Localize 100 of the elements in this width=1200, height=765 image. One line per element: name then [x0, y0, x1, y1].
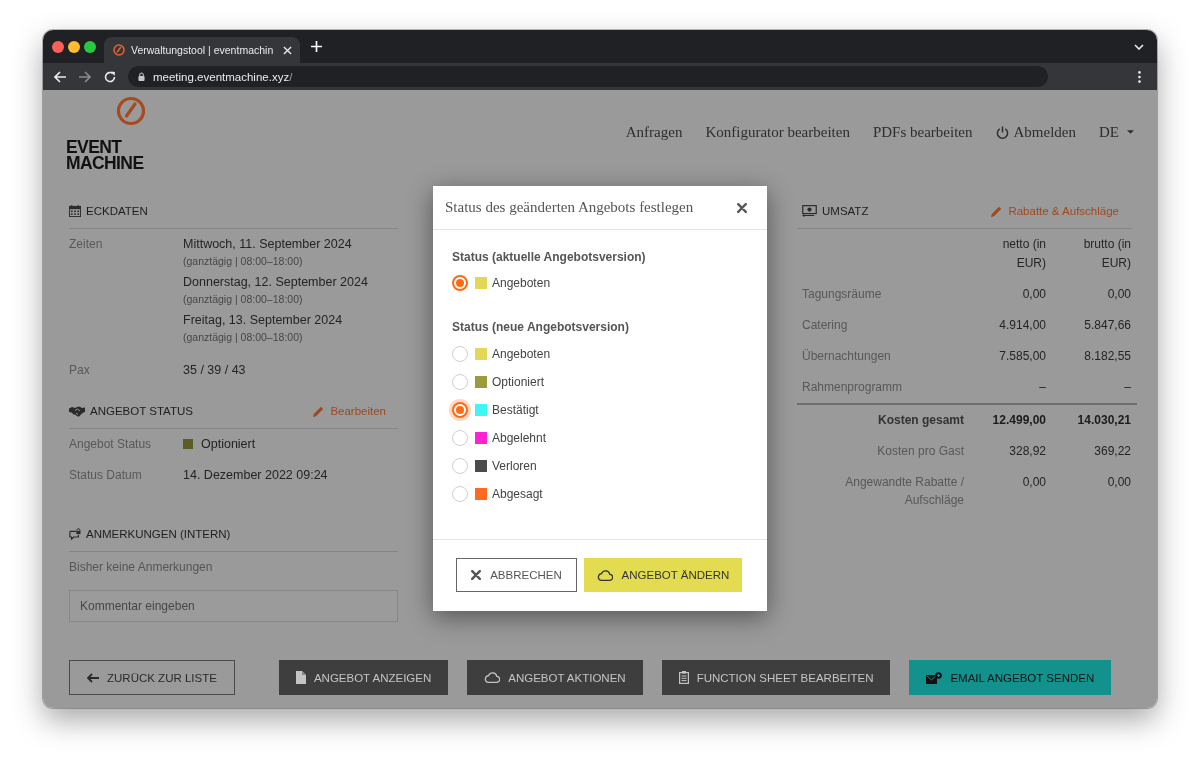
- more-icon[interactable]: [1138, 70, 1141, 83]
- table-cell-text: –: [1123, 379, 1131, 396]
- offer-actions-button[interactable]: ANGEBOT AKTIONEN: [467, 660, 643, 695]
- table-cell-text: 369,22: [1093, 443, 1131, 460]
- window-close-icon[interactable]: [52, 40, 64, 53]
- summary-label: Angewandte Rabatte / Aufschläge: [844, 474, 965, 509]
- field-label: Status Datum: [69, 467, 143, 484]
- option-label: Abgesagt: [492, 487, 543, 501]
- logout-link[interactable]: Abmelden: [995, 123, 1076, 141]
- section-title: ECKDATEN: [86, 205, 148, 217]
- option-label: Angeboten: [492, 347, 551, 361]
- time-note: (ganztägig | 08:00–18:00): [183, 254, 304, 269]
- option-label: Optioniert: [492, 375, 545, 389]
- radio-button[interactable]: [452, 374, 468, 390]
- field-value: 35 / 39 / 43: [183, 362, 247, 379]
- group-label: Status (neue Angebotsversion): [452, 319, 630, 336]
- field-label: Pax: [69, 362, 91, 379]
- arrow-left-icon: [87, 672, 99, 683]
- cancel-button[interactable]: ABBRECHEN: [456, 558, 577, 592]
- chevron-down-icon[interactable]: [1134, 43, 1144, 50]
- address-bar[interactable]: meeting.eventmachine.xyz/: [128, 66, 1048, 87]
- status-text: Optioniert: [201, 436, 256, 453]
- empty-notes-text: Bisher keine Anmerkungen: [69, 559, 214, 576]
- logo-icon: [116, 96, 146, 126]
- envelope-icon: [926, 671, 943, 684]
- nav-link[interactable]: Anfragen: [625, 123, 683, 141]
- option-label: Abgelehnt: [492, 431, 547, 445]
- nav-link[interactable]: Konfigurator bearbeiten: [705, 123, 850, 141]
- nav-link[interactable]: PDFs bearbeiten: [872, 123, 973, 141]
- table-cell-text: 0,00: [1106, 474, 1131, 491]
- date-text: Donnerstag, 12. September 2024: [183, 274, 369, 291]
- column-header: brutto (in EUR): [1082, 236, 1131, 272]
- back-icon[interactable]: [54, 70, 66, 83]
- field-label: Zeiten: [69, 236, 104, 253]
- favicon-icon: [113, 44, 125, 56]
- option-label: Angeboten: [492, 276, 551, 290]
- row-label: Tagungsräume: [802, 286, 883, 303]
- power-icon: [995, 125, 1009, 139]
- calendar-icon: [69, 205, 81, 217]
- radio-button[interactable]: [452, 430, 468, 446]
- time-note: (ganztägig | 08:00–18:00): [183, 330, 304, 345]
- section-title: ANMERKUNGEN (INTERN): [86, 528, 231, 540]
- reload-icon[interactable]: [104, 70, 116, 83]
- send-email-button[interactable]: EMAIL ANGEBOT SENDEN: [909, 660, 1112, 695]
- field-value: 14. Dezember 2022 09:24: [183, 467, 329, 484]
- field-label: Angebot Status: [69, 436, 153, 453]
- comment-field[interactable]: Kommentar eingeben: [69, 590, 398, 622]
- logo-text: EVENT MACHINE: [66, 139, 144, 171]
- new-tab-icon[interactable]: [311, 41, 323, 52]
- row-label: Rahmenprogramm: [802, 379, 904, 396]
- caret-icon: [1127, 130, 1134, 134]
- banknote-icon: [802, 205, 817, 217]
- handshake-icon: [69, 405, 85, 417]
- browser-tab[interactable]: Verwaltungstool | eventmachin: [104, 37, 301, 63]
- table-cell-text: 4.914,00: [998, 317, 1046, 334]
- table-cell-text: 7.585,00: [998, 348, 1046, 365]
- option-label: Verloren: [492, 459, 537, 473]
- cloud-icon: [596, 569, 613, 581]
- lock-icon: [138, 72, 145, 81]
- column-header: netto (in EUR): [1001, 236, 1046, 272]
- cloud-icon: [484, 672, 501, 683]
- table-cell-text: 5.847,66: [1083, 317, 1131, 334]
- radio-button[interactable]: [452, 486, 468, 502]
- table-cell-text: 0,00: [1021, 286, 1046, 303]
- language-dropdown[interactable]: DE: [1099, 123, 1134, 141]
- radio-button[interactable]: [449, 399, 471, 421]
- radio-button[interactable]: [452, 458, 468, 474]
- window-zoom-icon[interactable]: [84, 40, 96, 53]
- cross-icon: [471, 570, 482, 580]
- radio-button[interactable]: [452, 275, 468, 291]
- section-title: ANGEBOT STATUS: [90, 405, 193, 417]
- pencil-icon: [313, 405, 325, 417]
- forward-icon[interactable]: [79, 70, 91, 83]
- time-note: (ganztägig | 08:00–18:00): [183, 292, 304, 307]
- modal-title: Status des geänderten Angebots festlegen: [445, 199, 694, 216]
- table-cell-text: –: [1038, 379, 1046, 396]
- table-cell-text: 0,00: [1106, 286, 1131, 303]
- close-icon[interactable]: [737, 202, 747, 213]
- window-minimize-icon[interactable]: [68, 40, 80, 53]
- document-icon: [295, 671, 306, 684]
- row-label: Übernachtungen: [802, 348, 892, 365]
- back-button[interactable]: ZURÜCK ZUR LISTE: [69, 660, 235, 695]
- option-label: Bestätigt: [492, 403, 539, 417]
- date-text: Freitag, 13. September 2024: [183, 312, 344, 329]
- table-cell-text: 328,92: [1008, 443, 1046, 460]
- summary-label: Kosten gesamt: [876, 412, 965, 429]
- confirm-button[interactable]: ANGEBOT ÄNDERN: [584, 558, 742, 592]
- speech-bubble-lock-icon: [69, 528, 81, 540]
- clipboard-icon: [678, 671, 689, 684]
- radio-button[interactable]: [452, 346, 468, 362]
- table-cell-text: 12.499,00: [991, 412, 1046, 429]
- function-sheet-button[interactable]: FUNCTION SHEET BEARBEITEN: [661, 660, 891, 695]
- pencil-icon: [991, 205, 1003, 217]
- section-title: UMSATZ: [822, 205, 869, 217]
- row-label: Catering: [802, 317, 849, 334]
- view-offer-button[interactable]: ANGEBOT ANZEIGEN: [278, 660, 449, 695]
- table-cell-text: 0,00: [1021, 474, 1046, 491]
- date-text: Mittwoch, 11. September 2024: [183, 236, 353, 253]
- summary-label: Kosten pro Gast: [876, 443, 965, 460]
- group-label: Status (aktuelle Angebotsversion): [452, 249, 647, 266]
